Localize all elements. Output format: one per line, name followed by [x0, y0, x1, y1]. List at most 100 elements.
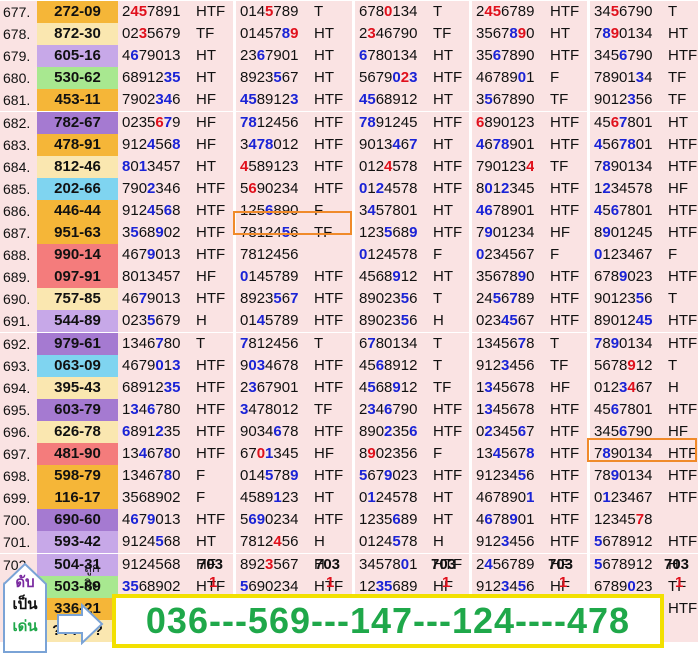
digit-set: 3567890 [476, 47, 535, 65]
digit-set-cell: 3456790 T [590, 1, 698, 23]
digit-set-cell: 0235679 TF [118, 23, 233, 46]
digit-set: 6891235 [122, 422, 181, 440]
result-cell: 202-66 [37, 177, 118, 200]
correct-count-2: 703 [315, 556, 341, 573]
digit-set-cell: 3478012 HTF [236, 133, 352, 156]
digit-set-cell: 8902356 HTF [355, 420, 469, 443]
row-number: 695. [0, 398, 37, 421]
digit-set-cell: 0145789 HTF [236, 266, 352, 289]
hit-tag: TF [550, 157, 569, 175]
digit-set-cell: 2456789 HTF [472, 288, 587, 311]
table-row: 683. 478-91 9124568 HF 3478012 HTF 9013467 HT 46… [0, 133, 698, 156]
digit-set: 6701345 [240, 445, 299, 462]
badge-line-1: ดับ [15, 574, 35, 591]
table-row: 693. 063-09 4679013 HTF 9034678 HTF 4568912 T 91… [0, 354, 698, 377]
badge-line-3: เด่น [12, 618, 38, 635]
hit-tag: HTF [668, 533, 698, 551]
digit-set: 0145789 [240, 268, 299, 286]
digit-set: 0124578 [359, 533, 418, 551]
digit-set: 5678912 [594, 533, 653, 551]
hit-tag: HT [433, 201, 453, 219]
digit-set: 8901245 [594, 312, 653, 330]
result-cell: 395-43 [37, 376, 118, 399]
digit-set-cell: 5690234 HTF [236, 177, 352, 200]
digit-set-cell: 7812456 HTF [236, 111, 352, 134]
digit-set-cell: 7902346 HF [118, 89, 233, 112]
digit-set: 7902346 [122, 91, 181, 109]
hit-tag: F [433, 246, 443, 264]
result-cell: 063-09 [37, 354, 118, 377]
digit-set: 4679013 [122, 356, 181, 374]
digit-set-cell: 8013457 HF [118, 266, 233, 289]
result-cell: 530-62 [37, 67, 118, 90]
hit-tag: HTF [550, 3, 580, 20]
digit-set-cell: 4567801 HT [590, 111, 698, 134]
result-cell: 116-17 [37, 487, 118, 510]
hit-tag: HTF [196, 3, 226, 20]
digit-set: 1345678 [476, 400, 535, 418]
result-cell: 626-78 [37, 420, 118, 443]
highlight-banner: 036---569---147---124----478 [112, 594, 664, 648]
digit-set-cell: 0124578 HTF [355, 177, 469, 200]
digit-set: 4568912 [359, 378, 418, 396]
hit-tag: HTF [433, 400, 463, 418]
digit-set: 0124578 [359, 489, 418, 507]
table-row: 691. 544-89 0235679 H 0145789 HTF 8902356 H 0234… [0, 310, 698, 333]
correct-count-3: 703 [431, 556, 457, 573]
result-cell: 979-61 [37, 332, 118, 355]
hit-tag: HT [668, 113, 688, 131]
digit-set: 9012356 [594, 290, 653, 308]
result-cell: 990-14 [37, 244, 118, 267]
hit-tag: HTF [433, 467, 463, 485]
hit-tag: H [668, 378, 679, 396]
digit-set-cell: 4678901 HTF [472, 133, 587, 156]
digit-set-cell: 1345678 HTF [472, 398, 587, 421]
digit-set: 1346780 [122, 400, 181, 418]
digit-set: 0145789 [240, 312, 299, 330]
digit-set: 3456790 [594, 3, 653, 20]
digit-set: 8902356 [359, 445, 418, 462]
digit-set-cell: 9012356 T [590, 288, 698, 311]
digit-set-cell: 4568912 HT [355, 266, 469, 289]
hit-tag: T [668, 356, 678, 374]
hit-tag: HT [433, 91, 453, 109]
digit-set: 7890134 [594, 157, 653, 175]
digit-set: 7891245 [359, 113, 418, 131]
table-row: 678. 872-30 0235679 TF 0145789 HT 2346790 TF 356… [0, 23, 698, 46]
hit-tag: T [433, 3, 443, 20]
digit-set: 2367901 [240, 378, 299, 396]
digit-set-cell: 5679023 HTF [355, 465, 469, 488]
digit-set-cell: 7890134 HTF [590, 332, 698, 355]
digit-set: 4589123 [240, 91, 299, 109]
digit-set-cell: 9034678 HTF [236, 420, 352, 443]
digit-set-cell: 0145789 HTF [236, 310, 352, 333]
digit-set: 8012345 [476, 179, 535, 197]
hit-tag: HT [196, 157, 216, 175]
row-number: 693. [0, 354, 37, 377]
digit-set-cell: 3567890 HT [472, 23, 587, 46]
digit-set-cell: 1346780 F [118, 465, 233, 488]
digit-set: 0145789 [240, 25, 299, 43]
digit-set: 4567801 [594, 400, 653, 418]
digit-set-cell: 8013457 HT [118, 155, 233, 178]
digit-set-cell: 1346780 T [118, 332, 233, 355]
hit-tag: T [433, 334, 443, 352]
digit-set: 4589123 [240, 157, 299, 175]
digit-set-cell: 8902356 T [355, 288, 469, 311]
digit-set: 3568902 [122, 489, 181, 507]
digit-set: 3567890 [476, 91, 535, 109]
hit-tag: HTF [196, 246, 226, 264]
digit-set: 8013457 [122, 268, 181, 286]
digit-set-cell: 7812456 T [236, 332, 352, 355]
table-row: 701. 593-42 9124568 HT 7812456 H 0124578 H 91234… [0, 531, 698, 554]
hit-tag: HTF [314, 511, 344, 529]
hit-tag: HTF [196, 378, 226, 396]
wrong-count-5: 1 [675, 574, 684, 591]
digit-set: 7890134 [594, 69, 653, 87]
digit-set-cell: 4589123 HT [236, 487, 352, 510]
result-cell: 603-79 [37, 398, 118, 421]
hit-tag: HTF [314, 91, 344, 109]
digit-set: 1346780 [122, 467, 181, 485]
digit-set-cell: 4678901 HTF [472, 509, 587, 532]
hit-tag: HTF [314, 422, 344, 440]
